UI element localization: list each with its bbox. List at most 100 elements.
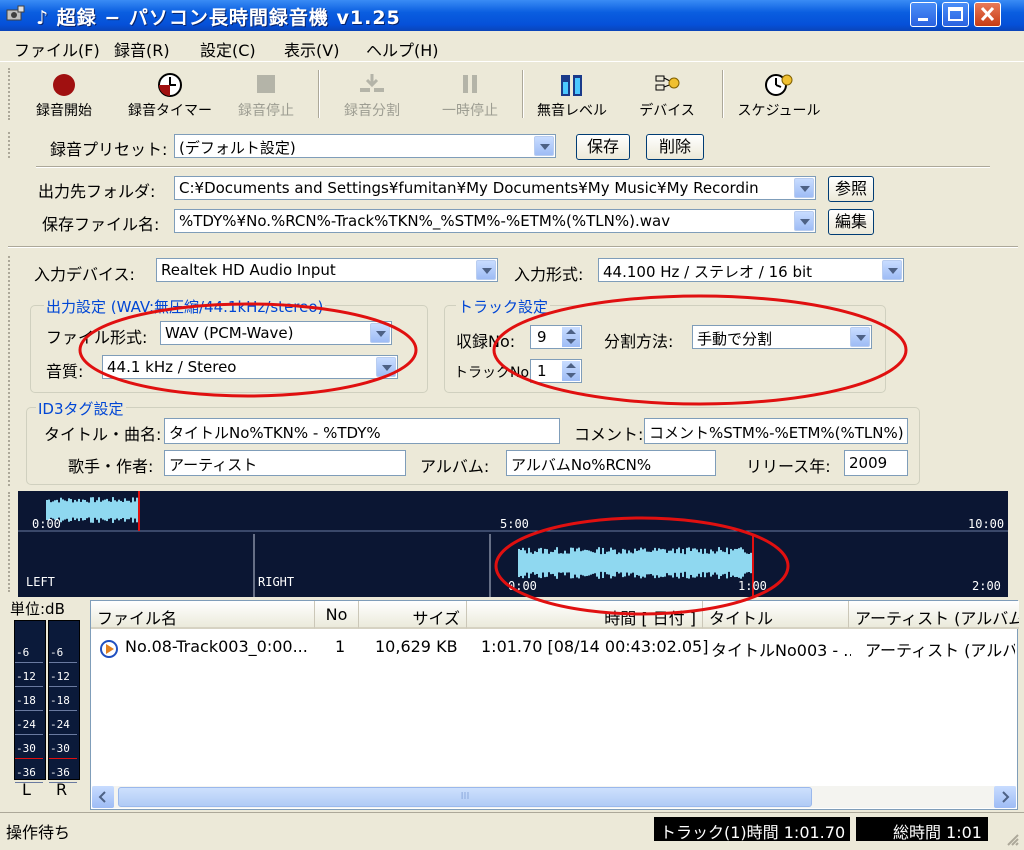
toolbar-grip[interactable] — [8, 68, 13, 120]
title-bar[interactable]: ♪ 超録 − パソコン長時間録音機 v1.25 — [0, 0, 1024, 31]
meter-tick-line — [49, 662, 77, 663]
level-meter: 単位:dB L R -6 -6 -12 -12 -18 -18 -24 -24 -30 -30 -3… — [6, 598, 88, 799]
settings-grip[interactable] — [8, 256, 13, 486]
menu-file[interactable]: ファイル(F) — [14, 37, 100, 61]
album-field[interactable]: アルバムNo%RCN% — [506, 450, 716, 476]
preset-delete-button[interactable]: 削除 — [646, 134, 704, 160]
wave-sample — [662, 548, 664, 578]
wave-sample — [78, 498, 80, 522]
device-button[interactable]: デバイス — [632, 64, 702, 124]
wave-sample — [134, 501, 136, 519]
record-split-label: 録音分割 — [344, 103, 400, 119]
chevron-down-icon[interactable] — [370, 323, 390, 343]
wave-sample — [748, 554, 750, 572]
table-row[interactable]: No.08-Track003_0:00... 1 10,629 KB 1:01.… — [91, 631, 1017, 660]
edit-button[interactable]: 編集 — [828, 209, 874, 235]
wave-sample — [736, 549, 738, 577]
maximize-button[interactable] — [942, 2, 969, 27]
chevron-down-icon[interactable] — [534, 136, 554, 156]
preset-combo[interactable]: (デフォルト設定) — [174, 134, 556, 158]
wave-sample — [130, 502, 132, 518]
waveform-grip[interactable] — [8, 492, 13, 592]
release-year-field[interactable]: 2009 — [844, 450, 908, 476]
wave-sample — [126, 500, 128, 520]
file-format-combo[interactable]: WAV (PCM-Wave) — [160, 321, 392, 345]
column-header-size[interactable]: サイズ — [359, 601, 467, 629]
wave-sample — [64, 500, 66, 520]
record-start-button[interactable]: 録音開始 — [32, 64, 96, 124]
chevron-down-icon[interactable] — [794, 211, 814, 231]
pause-button[interactable]: 一時停止 — [432, 64, 508, 124]
wave-sample — [90, 497, 92, 523]
preset-grip[interactable] — [8, 132, 13, 158]
column-header-time[interactable]: 時間 [ 日付 ] — [467, 601, 703, 629]
column-header-filename[interactable]: ファイル名 — [91, 601, 315, 629]
wave-sample — [690, 551, 692, 575]
chevron-left-icon — [98, 791, 106, 803]
column-header-no[interactable]: No — [315, 601, 359, 629]
file-list[interactable]: ファイル名 No サイズ 時間 [ 日付 ] タイトル アーティスト (アルバム… — [90, 600, 1019, 810]
output-folder-value: C:¥Documents and Settings¥fumitan¥My Doc… — [179, 179, 759, 197]
scroll-thumb[interactable]: III — [118, 787, 812, 807]
artist-field[interactable]: アーティスト — [164, 450, 406, 476]
wave-sample — [552, 552, 554, 574]
split-method-combo[interactable]: 手動で分割 — [692, 325, 872, 349]
waveform-panel[interactable]: 0:00 5:00 10:00 LEFT RIGHT 0:00 1:00 2:0… — [18, 491, 1008, 597]
wave-sample — [614, 549, 616, 577]
record-stop-button[interactable]: 録音停止 — [228, 64, 304, 124]
wave-sample — [124, 498, 126, 522]
menu-view[interactable]: 表示(V) — [284, 37, 339, 61]
record-timer-button[interactable]: 録音タイマー — [118, 64, 222, 124]
total-time-display: 総時間 1:01 — [856, 817, 988, 842]
input-format-combo[interactable]: 44.100 Hz / ステレオ / 16 bit — [598, 258, 904, 282]
record-split-button[interactable]: 録音分割 — [334, 64, 410, 124]
scroll-right-button[interactable] — [994, 786, 1016, 808]
meter-tick: -12 — [16, 670, 36, 683]
chevron-down-icon[interactable] — [850, 327, 870, 347]
chevron-down-icon[interactable] — [376, 357, 396, 377]
app-icon[interactable] — [4, 4, 26, 26]
spinner-arrows-icon[interactable] — [562, 327, 580, 347]
close-icon — [980, 6, 995, 22]
wave-bottom-tick: 0:00 — [508, 579, 537, 593]
menu-record[interactable]: 録音(R) — [114, 37, 170, 61]
resize-grip-icon[interactable] — [1004, 831, 1020, 847]
schedule-button[interactable]: スケジュール — [730, 64, 828, 124]
output-folder-combo[interactable]: C:¥Documents and Settings¥fumitan¥My Doc… — [174, 176, 816, 200]
scroll-left-button[interactable] — [92, 786, 114, 808]
menu-settings[interactable]: 設定(C) — [200, 37, 256, 61]
input-device-combo[interactable]: Realtek HD Audio Input — [156, 258, 498, 282]
wave-sample — [722, 551, 724, 575]
pause-label: 一時停止 — [442, 103, 498, 119]
wave-sample — [626, 553, 628, 573]
wave-sample — [684, 554, 686, 572]
rec-no-spinner[interactable]: 9 — [530, 325, 582, 349]
close-button[interactable] — [974, 2, 1001, 27]
record-timer-label: 録音タイマー — [128, 103, 212, 119]
horizontal-scrollbar[interactable]: III — [92, 786, 1016, 808]
wave-sample — [62, 499, 64, 521]
wave-sample — [542, 553, 544, 573]
chevron-down-icon[interactable] — [794, 178, 814, 198]
meter-tick-line — [15, 782, 43, 783]
column-header-title[interactable]: タイトル — [703, 601, 849, 629]
wave-sample — [578, 547, 580, 579]
spinner-arrows-icon[interactable] — [562, 361, 580, 381]
id3-title-field[interactable]: タイトルNo%TKN% - %TDY% — [164, 418, 560, 444]
minimize-button[interactable] — [910, 2, 937, 27]
chevron-down-icon[interactable] — [882, 260, 902, 280]
menu-help[interactable]: ヘルプ(H) — [366, 37, 439, 61]
quality-combo[interactable]: 44.1 kHz / Stereo — [102, 355, 398, 379]
silence-level-button[interactable]: 無音レベル — [532, 64, 612, 124]
wave-sample — [584, 549, 586, 577]
column-header-artist[interactable]: アーティスト (アルバム) — [849, 601, 1019, 629]
chevron-down-icon[interactable] — [476, 260, 496, 280]
wave-sample — [582, 550, 584, 576]
track-settings-title: トラック設定 — [456, 296, 551, 317]
preset-save-button[interactable]: 保存 — [576, 134, 630, 160]
wave-sample — [656, 550, 658, 576]
comment-field[interactable]: コメント%STM%-%ETM%(%TLN%) — [644, 418, 908, 444]
track-no-spinner[interactable]: 1 — [530, 359, 582, 383]
browse-button[interactable]: 参照 — [828, 176, 874, 202]
filename-combo[interactable]: %TDY%¥No.%RCN%-Track%TKN%_%STM%-%ETM%(%T… — [174, 209, 816, 233]
